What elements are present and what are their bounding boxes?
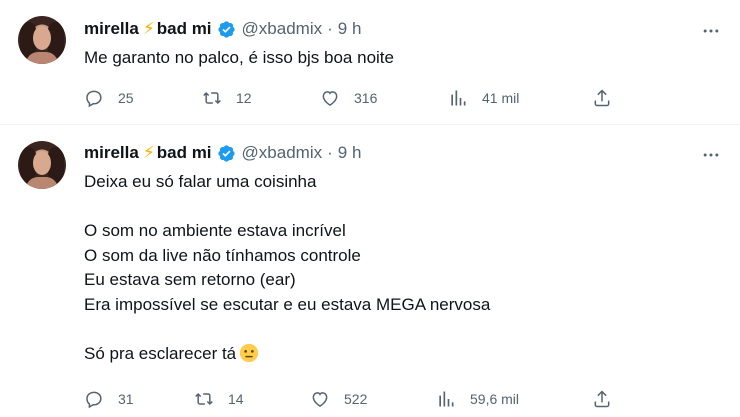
user-handle[interactable]: @xbadmix xyxy=(242,19,323,39)
verified-badge-icon xyxy=(217,144,235,162)
share-button[interactable] xyxy=(592,86,612,110)
reply-count: 31 xyxy=(118,391,134,407)
tweet[interactable]: mirella ⚡ bad mi @xbadmix · 9 h Me garan… xyxy=(0,0,740,124)
lightning-bolt-icon: ⚡ xyxy=(142,19,155,38)
avatar[interactable] xyxy=(18,141,66,189)
views-button[interactable]: 59,6 mil xyxy=(436,387,519,411)
like-button[interactable]: 522 xyxy=(310,387,367,411)
verified-badge-icon xyxy=(217,20,235,38)
share-button[interactable] xyxy=(592,387,612,411)
share-icon xyxy=(594,390,610,408)
tweet-header: mirella ⚡ bad mi @xbadmix · 9 h xyxy=(84,142,361,164)
display-name-suffix[interactable]: bad mi xyxy=(157,19,212,39)
tweet-text-content: Deixa eu só falar uma coisinha O som no … xyxy=(84,172,491,363)
more-options-icon[interactable] xyxy=(700,20,722,42)
tweet[interactable]: mirella ⚡ bad mi @xbadmix · 9 h Deixa eu… xyxy=(0,125,740,417)
retweet-button[interactable]: 14 xyxy=(194,387,244,411)
views-chart-icon xyxy=(439,391,454,407)
reply-icon xyxy=(86,90,102,108)
header-separator: · xyxy=(327,19,333,38)
share-icon xyxy=(594,89,610,107)
views-button[interactable]: 41 mil xyxy=(448,86,519,110)
view-count: 59,6 mil xyxy=(470,391,520,407)
reply-icon xyxy=(86,391,102,409)
lightning-bolt-icon: ⚡ xyxy=(142,143,155,162)
tweet-header: mirella ⚡ bad mi @xbadmix · 9 h xyxy=(84,18,361,40)
header-separator: · xyxy=(327,143,333,162)
more-options-icon[interactable] xyxy=(700,144,722,166)
reply-button[interactable]: 25 xyxy=(84,86,134,110)
neutral-face-emoji-icon xyxy=(239,343,259,362)
reply-button[interactable]: 31 xyxy=(84,387,134,411)
views-chart-icon xyxy=(451,90,466,106)
display-name[interactable]: mirella xyxy=(84,19,139,39)
retweet-icon xyxy=(195,392,213,406)
tweet-actions: 31 14 522 59,6 mil xyxy=(84,387,624,411)
user-handle[interactable]: @xbadmix xyxy=(242,143,323,163)
retweet-button[interactable]: 12 xyxy=(202,86,252,110)
display-name-suffix[interactable]: bad mi xyxy=(157,143,212,163)
heart-icon xyxy=(322,91,338,106)
timestamp[interactable]: 9 h xyxy=(338,19,362,39)
timestamp[interactable]: 9 h xyxy=(338,143,362,163)
view-count: 41 mil xyxy=(482,90,520,106)
like-count: 316 xyxy=(354,90,378,106)
tweet-text: Me garanto no palco, é isso bjs boa noit… xyxy=(84,48,394,67)
heart-icon xyxy=(312,392,328,407)
tweet-text: Deixa eu só falar uma coisinha O som no … xyxy=(84,170,704,366)
avatar[interactable] xyxy=(18,16,66,64)
retweet-count: 14 xyxy=(228,391,244,407)
display-name[interactable]: mirella xyxy=(84,143,139,163)
tweet-actions: 25 12 316 41 mil xyxy=(84,86,624,110)
like-button[interactable]: 316 xyxy=(320,86,377,110)
retweet-count: 12 xyxy=(236,90,252,106)
retweet-icon xyxy=(203,91,221,105)
like-count: 522 xyxy=(344,391,368,407)
reply-count: 25 xyxy=(118,90,134,106)
